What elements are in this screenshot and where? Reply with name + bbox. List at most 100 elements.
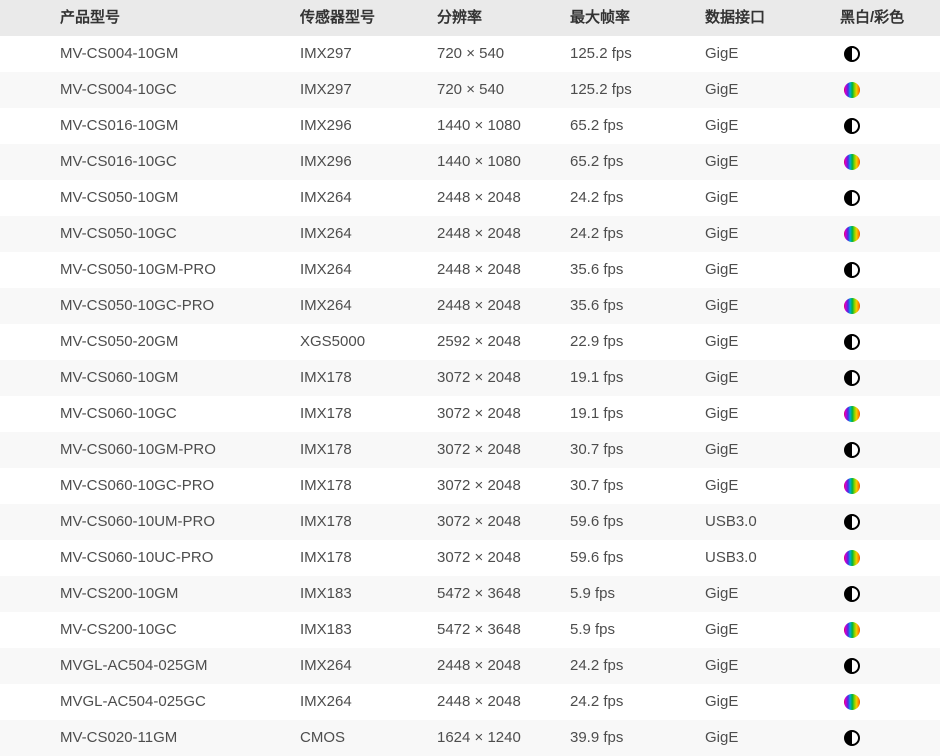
cell-chroma: [840, 406, 940, 422]
rainbow-circle-icon: [844, 478, 860, 494]
column-header-resolution: 分辨率: [437, 0, 570, 36]
cell-interface: USB3.0: [705, 504, 840, 540]
cell-resolution: 3072 × 2048: [437, 504, 570, 540]
table-row: MV-CS060-10GM IMX178 3072 × 2048 19.1 fp…: [0, 360, 940, 396]
mono-half-circle-icon: [844, 46, 860, 62]
cell-fps: 125.2 fps: [570, 72, 705, 108]
cell-chroma: [840, 478, 940, 494]
cell-fps: 59.6 fps: [570, 504, 705, 540]
cell-resolution: 1440 × 1080: [437, 144, 570, 180]
mono-half-circle-icon: [844, 730, 860, 746]
cell-model: MV-CS060-10GM-PRO: [60, 432, 300, 468]
column-header-fps: 最大帧率: [570, 0, 705, 36]
rainbow-circle-icon: [844, 694, 860, 710]
mono-half-circle-icon: [844, 190, 860, 206]
column-header-sensor: 传感器型号: [300, 0, 437, 36]
mono-half-circle-icon: [844, 658, 860, 674]
mono-half-circle-icon: [844, 118, 860, 134]
cell-model: MV-CS016-10GM: [60, 108, 300, 144]
table-body: MV-CS004-10GM IMX297 720 × 540 125.2 fps…: [0, 36, 940, 756]
cell-sensor: IMX296: [300, 108, 437, 144]
table-header-row: 产品型号 传感器型号 分辨率 最大帧率 数据接口 黑白/彩色: [0, 0, 940, 36]
table-row: MVGL-AC504-025GM IMX264 2448 × 2048 24.2…: [0, 648, 940, 684]
table-row: MVGL-AC504-025GC IMX264 2448 × 2048 24.2…: [0, 684, 940, 720]
cell-model: MV-CS200-10GC: [60, 612, 300, 648]
cell-resolution: 1624 × 1240: [437, 720, 570, 756]
cell-model: MV-CS050-10GC-PRO: [60, 288, 300, 324]
cell-sensor: IMX297: [300, 72, 437, 108]
cell-resolution: 720 × 540: [437, 36, 570, 72]
table-row: MV-CS200-10GM IMX183 5472 × 3648 5.9 fps…: [0, 576, 940, 612]
cell-model: MV-CS060-10UC-PRO: [60, 540, 300, 576]
cell-chroma: [840, 82, 940, 98]
table-row: MV-CS004-10GC IMX297 720 × 540 125.2 fps…: [0, 72, 940, 108]
table-row: MV-CS060-10UM-PRO IMX178 3072 × 2048 59.…: [0, 504, 940, 540]
cell-sensor: IMX178: [300, 360, 437, 396]
cell-chroma: [840, 262, 940, 278]
cell-interface: GigE: [705, 144, 840, 180]
cell-chroma: [840, 586, 940, 602]
table-row: MV-CS050-10GC-PRO IMX264 2448 × 2048 35.…: [0, 288, 940, 324]
cell-resolution: 3072 × 2048: [437, 360, 570, 396]
cell-model: MV-CS016-10GC: [60, 144, 300, 180]
rainbow-circle-icon: [844, 622, 860, 638]
cell-resolution: 2448 × 2048: [437, 684, 570, 720]
cell-model: MV-CS050-20GM: [60, 324, 300, 360]
table-row: MV-CS060-10UC-PRO IMX178 3072 × 2048 59.…: [0, 540, 940, 576]
cell-model: MVGL-AC504-025GM: [60, 648, 300, 684]
cell-sensor: IMX264: [300, 684, 437, 720]
mono-half-circle-icon: [844, 514, 860, 530]
cell-interface: GigE: [705, 72, 840, 108]
column-header-model: 产品型号: [60, 0, 300, 36]
cell-sensor: IMX183: [300, 576, 437, 612]
cell-model: MV-CS050-10GM-PRO: [60, 252, 300, 288]
table-row: MV-CS016-10GM IMX296 1440 × 1080 65.2 fp…: [0, 108, 940, 144]
cell-resolution: 2448 × 2048: [437, 648, 570, 684]
cell-interface: GigE: [705, 576, 840, 612]
column-header-chroma: 黑白/彩色: [840, 0, 940, 36]
cell-chroma: [840, 46, 940, 62]
cell-chroma: [840, 190, 940, 206]
cell-resolution: 2448 × 2048: [437, 180, 570, 216]
table-row: MV-CS016-10GC IMX296 1440 × 1080 65.2 fp…: [0, 144, 940, 180]
cell-chroma: [840, 550, 940, 566]
cell-chroma: [840, 514, 940, 530]
cell-fps: 65.2 fps: [570, 108, 705, 144]
table-row: MV-CS020-11GM CMOS 1624 × 1240 39.9 fps …: [0, 720, 940, 756]
cell-chroma: [840, 442, 940, 458]
cell-chroma: [840, 154, 940, 170]
cell-interface: GigE: [705, 468, 840, 504]
cell-resolution: 2592 × 2048: [437, 324, 570, 360]
cell-model: MV-CS050-10GM: [60, 180, 300, 216]
cell-sensor: IMX178: [300, 540, 437, 576]
cell-fps: 22.9 fps: [570, 324, 705, 360]
mono-half-circle-icon: [844, 370, 860, 386]
cell-chroma: [840, 334, 940, 350]
cell-chroma: [840, 298, 940, 314]
cell-resolution: 1440 × 1080: [437, 108, 570, 144]
cell-fps: 35.6 fps: [570, 252, 705, 288]
cell-fps: 30.7 fps: [570, 432, 705, 468]
cell-sensor: IMX178: [300, 396, 437, 432]
cell-fps: 30.7 fps: [570, 468, 705, 504]
cell-resolution: 5472 × 3648: [437, 612, 570, 648]
cell-interface: GigE: [705, 720, 840, 756]
cell-chroma: [840, 694, 940, 710]
table-row: MV-CS004-10GM IMX297 720 × 540 125.2 fps…: [0, 36, 940, 72]
cell-fps: 24.2 fps: [570, 216, 705, 252]
cell-fps: 35.6 fps: [570, 288, 705, 324]
cell-sensor: IMX296: [300, 144, 437, 180]
cell-sensor: IMX264: [300, 288, 437, 324]
cell-interface: GigE: [705, 36, 840, 72]
mono-half-circle-icon: [844, 442, 860, 458]
table-row: MV-CS050-20GM XGS5000 2592 × 2048 22.9 f…: [0, 324, 940, 360]
cell-interface: GigE: [705, 396, 840, 432]
cell-model: MV-CS200-10GM: [60, 576, 300, 612]
rainbow-circle-icon: [844, 298, 860, 314]
cell-fps: 5.9 fps: [570, 576, 705, 612]
mono-half-circle-icon: [844, 262, 860, 278]
rainbow-circle-icon: [844, 226, 860, 242]
cell-interface: GigE: [705, 648, 840, 684]
cell-fps: 24.2 fps: [570, 648, 705, 684]
mono-half-circle-icon: [844, 586, 860, 602]
